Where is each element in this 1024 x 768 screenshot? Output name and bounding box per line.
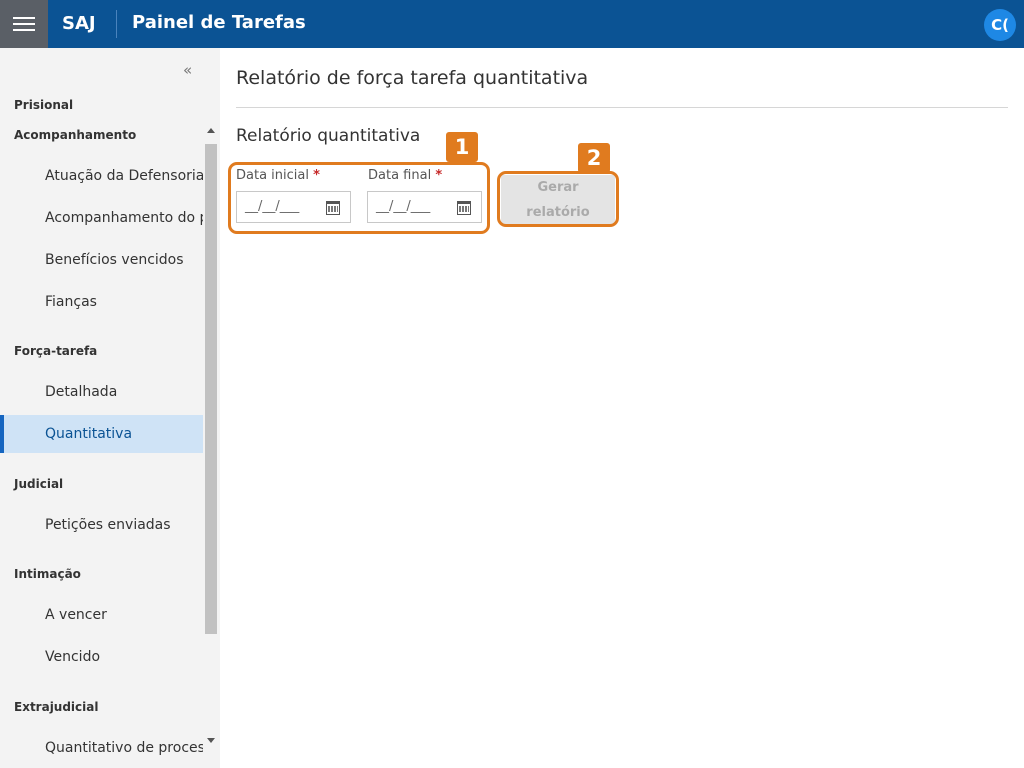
sidebar-section-judicial: Judicial [14,477,64,491]
sidebar-item-a-vencer[interactable]: A vencer [0,596,203,634]
sidebar-item-atuacao-defensoria[interactable]: Atuação da Defensoria [0,157,203,195]
header-divider [116,10,117,38]
sidebar-item-peticoes-enviadas[interactable]: Petições enviadas [0,506,203,544]
sidebar-item-quantitativo-processo[interactable]: Quantitativo de processo [0,729,203,767]
app-name[interactable]: SAJ [62,13,96,34]
annotation-box-1 [228,162,490,234]
annotation-box-2 [497,171,619,227]
sidebar-item-beneficios-vencidos[interactable]: Benefícios vencidos [0,241,203,279]
user-avatar[interactable]: C( [984,9,1016,41]
scroll-up-arrow-icon[interactable] [207,128,215,133]
hamburger-menu-icon[interactable] [0,0,48,48]
scroll-down-arrow-icon[interactable] [207,738,215,743]
sidebar-section-intimacao: Intimação [14,567,81,581]
sidebar-section-extrajudicial: Extrajudicial [14,700,99,714]
sidebar-section-prisional: Prisional [14,98,74,112]
sidebar-section-acompanhamento: Acompanhamento [14,128,137,142]
collapse-sidebar-icon[interactable]: « [183,61,192,79]
sidebar-item-quantitativa[interactable]: Quantitativa [0,415,203,453]
sidebar-item-detalhada[interactable]: Detalhada [0,373,203,411]
sidebar-item-acompanhamento-processo[interactable]: Acompanhamento do pre [0,199,203,237]
page-header-title: Painel de Tarefas [132,12,306,33]
sidebar-item-fiancas[interactable]: Fianças [0,283,203,321]
annotation-badge-2: 2 [578,143,610,173]
sidebar-item-vencido[interactable]: Vencido [0,638,203,676]
page-title: Relatório de força tarefa quantitativa [236,67,589,89]
annotation-badge-1: 1 [446,132,478,162]
sidebar: « Prisional Acompanhamento Atuação da De… [0,48,220,768]
sidebar-scrollbar-thumb[interactable] [205,144,217,634]
sidebar-section-forca-tarefa: Força-tarefa [14,344,98,358]
top-bar: SAJ Painel de Tarefas C( [0,0,1024,48]
title-divider [236,107,1008,108]
section-title: Relatório quantitativa [236,126,421,146]
